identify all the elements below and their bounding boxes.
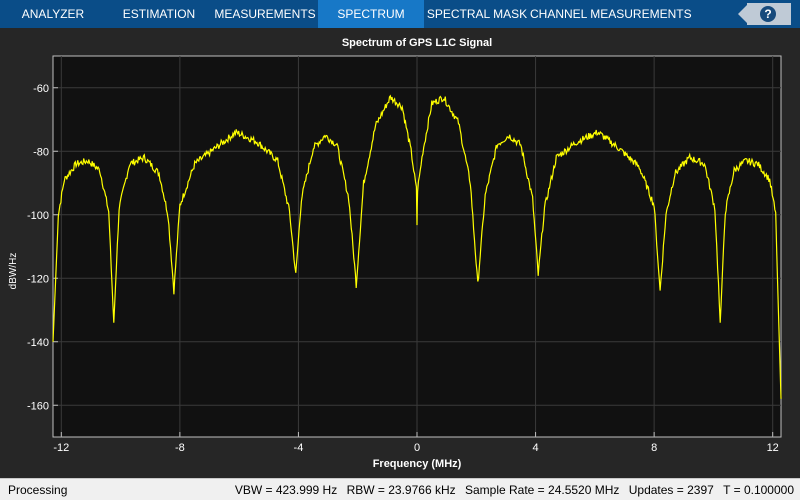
spectrum-chart: -12 -8 -4 0 4 8 12 -160 -140 -120 -100 -80 -60 Spect… xyxy=(8,37,782,470)
y-tick-label: -60 xyxy=(33,83,49,95)
status-updates: Updates = 2397 xyxy=(628,483,714,497)
x-tick-label: -12 xyxy=(53,442,69,454)
help-button-arrow xyxy=(738,5,747,23)
status-sample-rate: Sample Rate = 24.5520 MHz xyxy=(464,483,620,497)
tab-spectrum[interactable]: SPECTRUM xyxy=(318,0,424,28)
tab-channel-measurements[interactable]: CHANNEL MEASUREMENTS xyxy=(530,0,692,28)
help-question-icon: ? xyxy=(760,6,776,22)
tab-analyzer[interactable]: ANALYZER xyxy=(0,0,106,28)
status-rbw: RBW = 23.9766 kHz xyxy=(346,483,456,497)
status-time: T = 0.100000 xyxy=(723,483,794,497)
x-tick-label: 0 xyxy=(414,442,420,454)
status-processing: Processing xyxy=(8,483,68,497)
status-measurements: VBW = 423.999 Hz RBW = 23.9766 kHz Sampl… xyxy=(229,483,794,497)
x-tick-label: 12 xyxy=(767,442,779,454)
x-tick-label: -8 xyxy=(175,442,185,454)
toolstrip: ANALYZER ESTIMATION MEASUREMENTS SPECTRU… xyxy=(0,0,800,28)
spectrum-plot-area: -12 -8 -4 0 4 8 12 -160 -140 -120 -100 -80 -60 Spect… xyxy=(0,28,800,478)
y-tick-label: -120 xyxy=(27,273,49,285)
y-axis-label: dBW/Hz xyxy=(8,253,19,290)
y-tick-label: -140 xyxy=(27,337,49,349)
x-tick-label: 4 xyxy=(533,442,539,454)
status-bar: Processing VBW = 423.999 Hz RBW = 23.976… xyxy=(0,478,800,500)
tab-spectral-mask[interactable]: SPECTRAL MASK xyxy=(424,0,530,28)
y-tick-label: -100 xyxy=(27,210,49,222)
y-tick-label: -160 xyxy=(27,400,49,412)
tab-estimation[interactable]: ESTIMATION xyxy=(106,0,212,28)
y-tick-label: -80 xyxy=(33,146,49,158)
chart-title: Spectrum of GPS L1C Signal xyxy=(342,37,492,49)
tab-measurements[interactable]: MEASUREMENTS xyxy=(212,0,318,28)
help-button[interactable]: ? xyxy=(738,3,791,25)
x-tick-label: -4 xyxy=(294,442,304,454)
status-vbw: VBW = 423.999 Hz xyxy=(234,483,338,497)
x-tick-label: 8 xyxy=(651,442,657,454)
x-axis-label: Frequency (MHz) xyxy=(373,458,462,470)
